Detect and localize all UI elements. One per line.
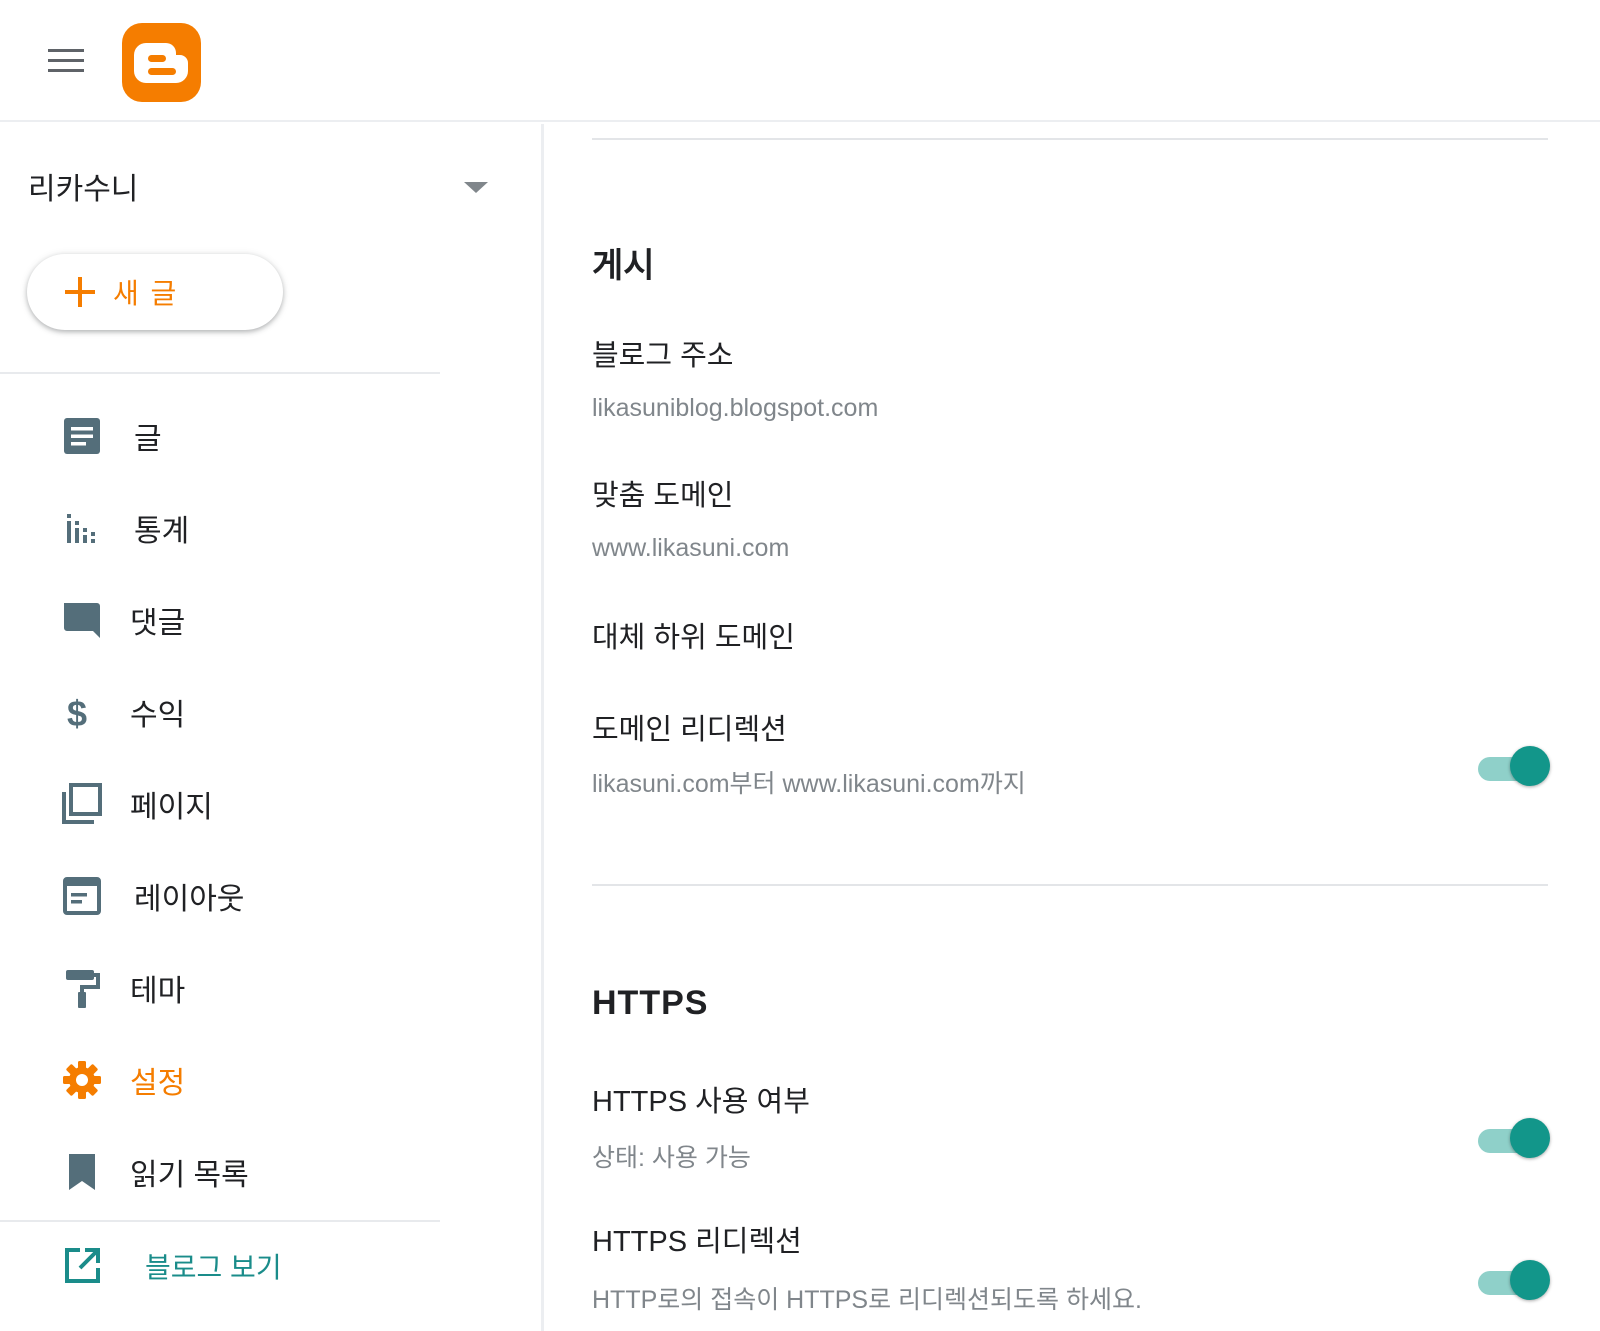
- domain-redirect-value: likasuni.com부터 www.likasuni.com까지: [592, 770, 1026, 798]
- sidebar-item-label: 읽기 목록: [130, 1159, 249, 1192]
- https-redirect-value: HTTP로의 접속이 HTTPS로 리디렉션되도록 하세요.: [592, 1286, 1142, 1314]
- sidebar-item-comments[interactable]: 댓글: [0, 584, 440, 656]
- sidebar-item-label: 페이지: [130, 791, 213, 824]
- blogger-logo[interactable]: [122, 23, 201, 102]
- toggle-knob: [1510, 746, 1550, 786]
- top-app-bar: [0, 0, 1600, 122]
- gear-icon: [63, 1061, 101, 1099]
- sidebar-item-posts[interactable]: 글: [0, 400, 440, 472]
- https-section-title: HTTPS: [592, 984, 709, 1022]
- https-availability-label: HTTPS 사용 여부: [592, 1086, 810, 1118]
- sidebar-item-label: 수익: [130, 699, 186, 732]
- custom-domain-label: 맞춤 도메인: [592, 480, 734, 512]
- sidebar-item-stats[interactable]: 통계: [0, 492, 440, 564]
- layout-icon: [63, 877, 101, 915]
- new-post-button[interactable]: 새 글: [27, 254, 283, 330]
- stats-icon: [67, 514, 95, 543]
- settings-content: 게시 블로그 주소 likasuniblog.blogspot.com 맞춤 도…: [592, 124, 1552, 1331]
- sidebar-item-label: 댓글: [130, 607, 186, 640]
- domain-redirect-toggle[interactable]: [1476, 744, 1552, 788]
- sidebar-item-theme[interactable]: 테마: [0, 952, 440, 1024]
- sidebar-item-label: 설정: [130, 1067, 186, 1100]
- open-in-new-icon: [65, 1248, 100, 1283]
- svg-text:$: $: [67, 693, 87, 734]
- dropdown-arrow-icon: [464, 182, 488, 193]
- sidebar-item-pages[interactable]: 페이지: [0, 768, 440, 840]
- publishing-section-title: 게시: [592, 247, 655, 285]
- toggle-knob: [1510, 1118, 1550, 1158]
- bookmark-icon: [69, 1154, 95, 1190]
- sidebar-item-label: 통계: [134, 515, 190, 548]
- blog-address-label: 블로그 주소: [592, 340, 734, 372]
- https-redirect-label: HTTPS 리디렉션: [592, 1226, 802, 1258]
- paint-roller-icon: [66, 970, 100, 1008]
- sidebar: 리카수니 새 글 글 통계 댓글 $ 수익 페이지 레이아웃 테마 설정 읽기 …: [0, 124, 544, 1331]
- sidebar-item-layout[interactable]: 레이아웃: [0, 860, 440, 932]
- fallback-subdomain-label: 대체 하위 도메인: [592, 622, 795, 654]
- blog-name: 리카수니: [28, 173, 139, 206]
- dollar-icon: $: [67, 693, 87, 734]
- sidebar-item-earnings[interactable]: $ 수익: [0, 676, 440, 748]
- posts-icon: [64, 418, 100, 454]
- sidebar-item-label: 레이아웃: [134, 883, 245, 916]
- https-redirect-toggle[interactable]: [1476, 1258, 1552, 1302]
- sidebar-item-label: 글: [134, 423, 162, 456]
- domain-redirect-label: 도메인 리디렉션: [592, 714, 787, 746]
- https-availability-toggle[interactable]: [1476, 1116, 1552, 1160]
- hamburger-menu-icon[interactable]: [44, 40, 88, 80]
- sidebar-item-label: 테마: [130, 975, 186, 1008]
- sidebar-item-reading-list[interactable]: 읽기 목록: [0, 1136, 440, 1208]
- blog-selector[interactable]: 리카수니: [28, 164, 488, 208]
- section-divider: [592, 138, 1548, 140]
- comments-icon: [64, 603, 100, 638]
- blog-address-value: likasuniblog.blogspot.com: [592, 394, 879, 422]
- view-blog-link[interactable]: 블로그 보기: [0, 1230, 440, 1302]
- view-blog-label: 블로그 보기: [145, 1252, 282, 1283]
- pages-icon: [62, 783, 102, 824]
- sidebar-divider: [0, 1220, 440, 1222]
- section-divider: [592, 884, 1548, 886]
- toggle-knob: [1510, 1260, 1550, 1300]
- new-post-label: 새 글: [113, 278, 179, 309]
- plus-icon: [65, 277, 95, 307]
- sidebar-item-settings[interactable]: 설정: [0, 1044, 440, 1116]
- custom-domain-value: www.likasuni.com: [592, 534, 790, 562]
- sidebar-divider: [0, 372, 440, 374]
- https-availability-value: 상태: 사용 가능: [592, 1144, 751, 1172]
